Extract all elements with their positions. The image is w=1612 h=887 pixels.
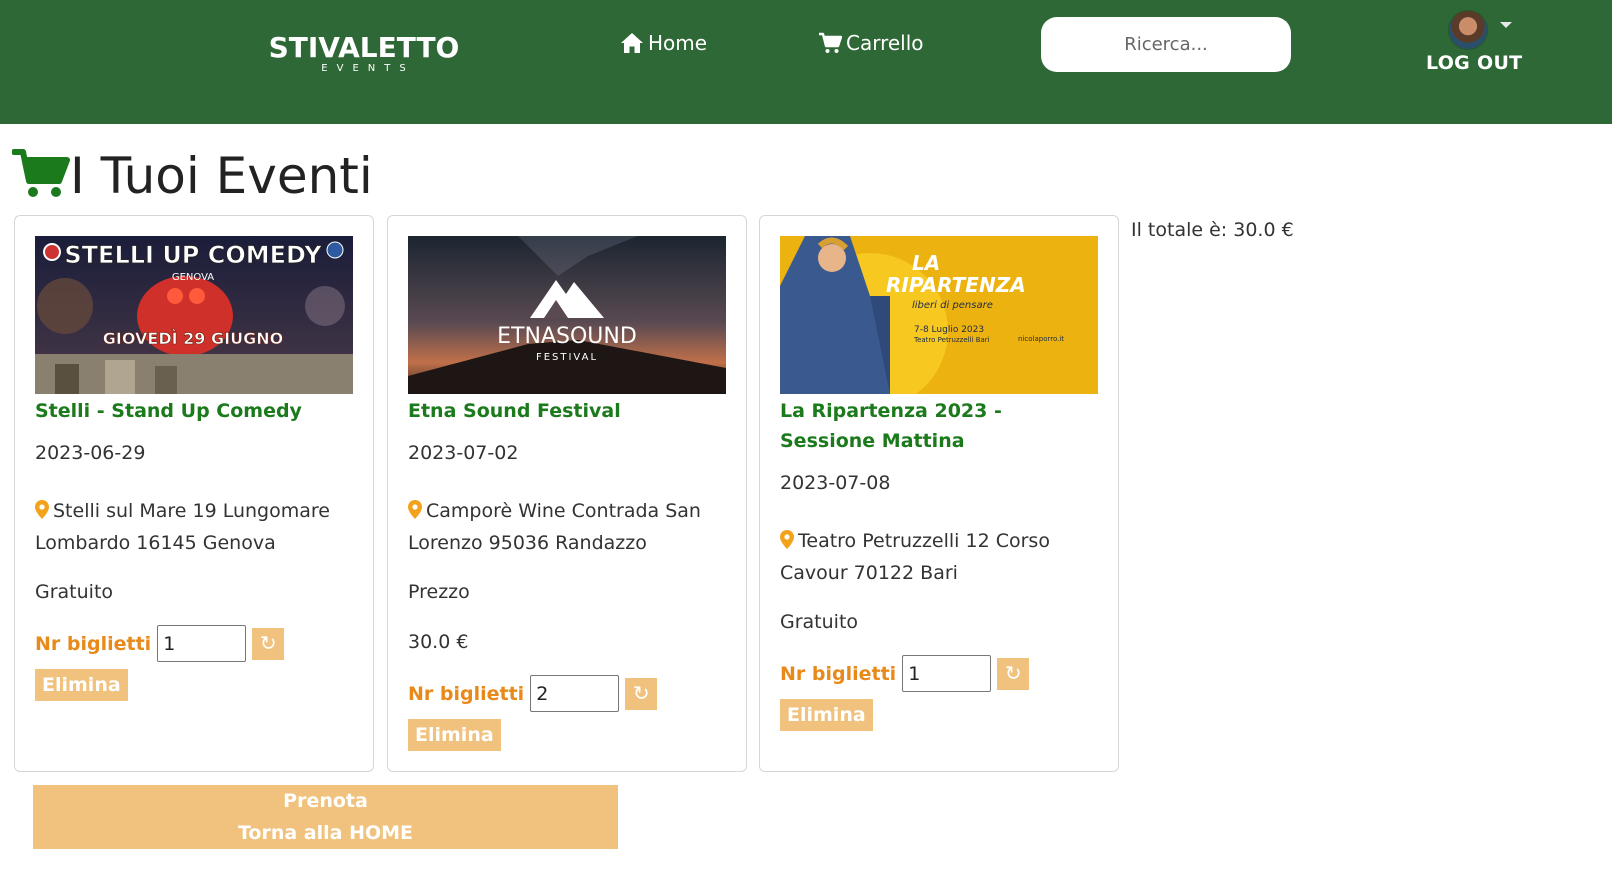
cart-icon <box>11 148 70 204</box>
logout-link[interactable]: LOG OUT <box>1426 52 1522 74</box>
chevron-down-icon[interactable] <box>1500 22 1512 28</box>
event-address: Stelli sul Mare 19 Lungomare Lombardo 16… <box>35 496 355 558</box>
event-card: ETNASOUND FESTIVAL Etna Sound Festival 2… <box>387 215 747 772</box>
page-title-text: I Tuoi Eventi <box>70 147 373 205</box>
event-address: Teatro Petruzzelli 12 Corso Cavour 70122… <box>780 526 1100 588</box>
event-date: 2023-07-08 <box>780 472 891 494</box>
event-price: Gratuito <box>780 611 859 633</box>
refresh-quantity-button[interactable]: ↻ <box>625 677 658 710</box>
search-input[interactable] <box>1041 17 1291 72</box>
event-address: Camporè Wine Contrada San Lorenzo 95036 … <box>408 496 728 558</box>
image-text-line: FESTIVAL <box>536 352 598 363</box>
delete-button[interactable]: Elimina <box>780 699 873 731</box>
nav-cart-label: Carrello <box>846 31 924 55</box>
ticket-quantity-row: Nr biglietti ↻ <box>408 675 658 712</box>
ticket-quantity-input[interactable] <box>530 675 620 712</box>
brand-subtitle: EVENTS <box>321 63 415 74</box>
image-text-line: GIOVEDÌ 29 GIUGNO <box>103 329 283 348</box>
event-card: LA RIPARTENZA liberi di pensare 7-8 Lugl… <box>759 215 1119 772</box>
event-address-text: Teatro Petruzzelli 12 Corso Cavour 70122… <box>780 530 1050 584</box>
image-text-line: liberi di pensare <box>912 300 993 311</box>
brand-logo[interactable]: STIVALETTO EVENTS <box>264 32 464 74</box>
checkout-actions: Prenota Torna alla HOME <box>33 785 618 849</box>
brand-name: STIVALETTO <box>268 31 460 64</box>
delete-button[interactable]: Elimina <box>35 669 128 701</box>
nav-home-label: Home <box>648 31 708 55</box>
image-text-line: Teatro Petruzzelli Bari <box>913 336 990 344</box>
image-text-line: ETNASOUND <box>497 324 637 349</box>
location-pin-icon <box>35 498 49 528</box>
page-title: I Tuoi Eventi <box>11 146 373 206</box>
event-address-text: Stelli sul Mare 19 Lungomare Lombardo 16… <box>35 500 330 554</box>
ticket-quantity-input[interactable] <box>902 655 992 692</box>
image-text-line: 7-8 Luglio 2023 <box>914 325 984 335</box>
event-title[interactable]: Stelli - Stand Up Comedy <box>35 396 353 426</box>
ticket-quantity-row: Nr biglietti ↻ <box>780 655 1030 692</box>
location-pin-icon <box>408 498 422 528</box>
event-image: LA RIPARTENZA liberi di pensare 7-8 Lugl… <box>780 236 1098 394</box>
location-pin-icon <box>780 528 794 558</box>
event-title[interactable]: La Ripartenza 2023 - Sessione Mattina <box>780 396 1098 456</box>
top-navbar: STIVALETTO EVENTS Home Carrello LOG OUT <box>0 0 1612 124</box>
image-text-line: STELLI UP COMEDY <box>64 241 322 269</box>
event-date: 2023-07-02 <box>408 442 519 464</box>
image-text-line: LA <box>912 251 940 275</box>
ticket-quantity-label: Nr biglietti <box>408 682 525 705</box>
nav-cart-link[interactable]: Carrello <box>818 31 924 55</box>
nav-home-link[interactable]: Home <box>620 31 707 55</box>
event-address-text: Camporè Wine Contrada San Lorenzo 95036 … <box>408 500 701 554</box>
event-image: ETNASOUND FESTIVAL <box>408 236 726 394</box>
ticket-quantity-label: Nr biglietti <box>780 662 897 685</box>
ticket-quantity-row: Nr biglietti ↻ <box>35 625 285 662</box>
avatar[interactable] <box>1448 10 1488 50</box>
ticket-quantity-label: Nr biglietti <box>35 632 152 655</box>
cart-icon <box>818 32 842 54</box>
event-card: STELLI UP COMEDY GENOVA GIOVEDÌ 29 GIUGN… <box>14 215 374 772</box>
back-home-button[interactable]: Torna alla HOME <box>33 817 618 849</box>
image-text-line: RIPARTENZA <box>886 273 1026 297</box>
delete-button[interactable]: Elimina <box>408 719 501 751</box>
cart-total: Il totale è: 30.0 € <box>1131 219 1294 241</box>
event-price-label: Prezzo <box>408 581 470 603</box>
event-price-value: 30.0 € <box>408 631 469 653</box>
event-image: STELLI UP COMEDY GENOVA GIOVEDÌ 29 GIUGN… <box>35 236 353 394</box>
book-button[interactable]: Prenota <box>33 785 618 817</box>
ticket-quantity-input[interactable] <box>157 625 247 662</box>
event-date: 2023-06-29 <box>35 442 146 464</box>
event-title[interactable]: Etna Sound Festival <box>408 396 726 426</box>
image-text-line: GENOVA <box>172 272 214 283</box>
home-icon <box>620 32 644 54</box>
refresh-quantity-button[interactable]: ↻ <box>997 657 1030 690</box>
refresh-quantity-button[interactable]: ↻ <box>252 627 285 660</box>
image-text-line: nicolaporro.it <box>1018 335 1064 343</box>
event-price: Gratuito <box>35 581 114 603</box>
